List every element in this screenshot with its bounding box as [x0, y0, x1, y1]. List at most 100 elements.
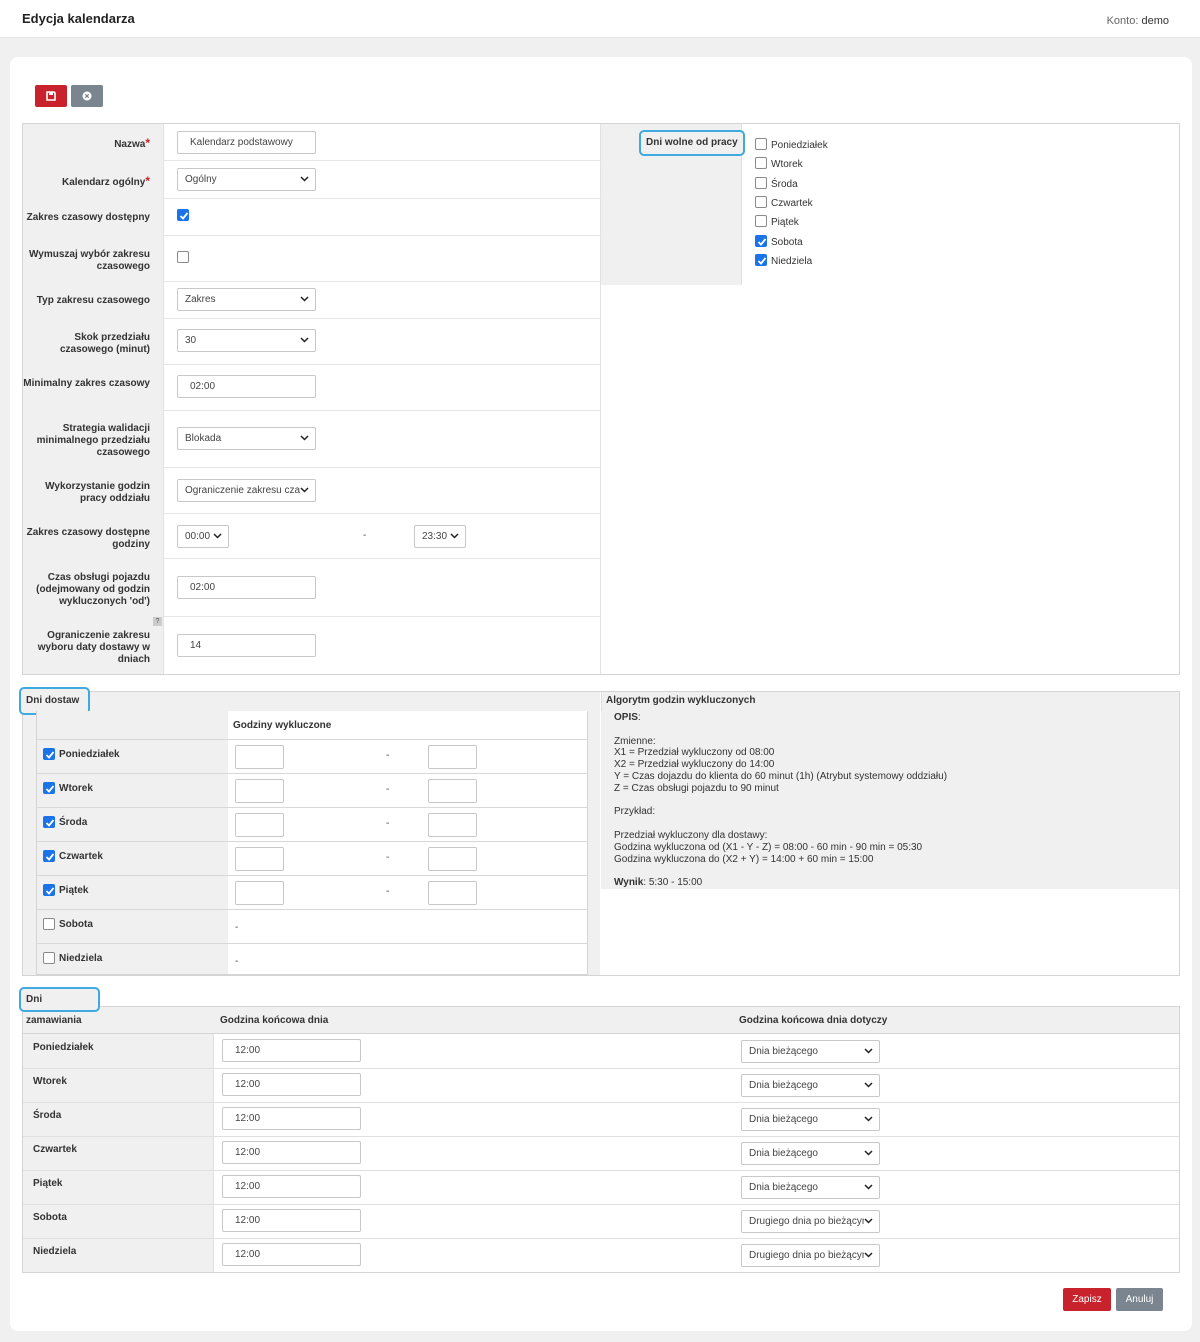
dni-dostaw-checkbox[interactable] — [43, 884, 55, 896]
dotyczy-select[interactable]: Dnia bieżącego — [741, 1040, 880, 1063]
chevron-down-icon — [864, 1109, 874, 1130]
chevron-down-icon — [864, 1075, 874, 1096]
dotyczy-value: Drugiego dnia po bieżącym — [749, 1250, 871, 1261]
dotyczy-value: Dnia bieżącego — [749, 1182, 818, 1193]
dni-zamawiania-day-label: Czwartek — [33, 1144, 77, 1155]
nazwa-input[interactable]: Kalendarz podstawowy — [177, 131, 316, 154]
dni-zamawiania-day-label: Sobota — [33, 1212, 67, 1223]
table-row-divider — [37, 909, 587, 910]
end-time-input[interactable]: 12:00 — [222, 1073, 361, 1096]
required-mark: * — [145, 136, 150, 150]
end-time-input[interactable]: 12:00 — [222, 1175, 361, 1198]
save-toolbar-button[interactable] — [35, 85, 67, 107]
end-time-input[interactable]: 12:00 — [222, 1039, 361, 1062]
dni-dostaw-day-label: Poniedziałek — [59, 749, 120, 760]
excluded-to-input[interactable] — [428, 847, 477, 871]
strategia-select[interactable]: Blokada — [177, 427, 316, 450]
dni-zamawiania-header — [23, 1007, 1179, 1034]
help-icon[interactable]: ? — [153, 617, 162, 626]
dni-dostaw-checkbox[interactable] — [43, 816, 55, 828]
check-icon — [45, 819, 55, 827]
excluded-from-input[interactable] — [235, 745, 284, 769]
excluded-to-input[interactable] — [428, 881, 477, 905]
wymuszaj-label: Wymuszaj wybór zakresu czasowego — [29, 249, 150, 272]
dotyczy-select[interactable]: Dnia bieżącego — [741, 1108, 880, 1131]
chevron-down-icon — [864, 1245, 874, 1266]
wykorzystanie-value: Ograniczenie zakresu czasu — [185, 485, 311, 496]
czas-label: Czas obsługi pojazdu (odejmowany od godz… — [36, 572, 150, 607]
excluded-empty: - — [235, 922, 239, 933]
chevron-down-icon — [450, 526, 460, 547]
dni-zamawiania-col2: Godzina końcowa dnia dotyczy — [739, 1015, 888, 1026]
dni-wolne-checkbox[interactable] — [755, 176, 767, 189]
ogr-input[interactable]: 14 — [177, 634, 316, 657]
typ-value: Zakres — [185, 294, 216, 305]
dni-zamawiania-day-label: Poniedziałek — [33, 1042, 94, 1053]
dotyczy-select[interactable]: Dnia bieżącego — [741, 1176, 880, 1199]
dni-dostaw-checkbox[interactable] — [43, 782, 55, 794]
end-time-input[interactable]: 12:00 — [222, 1141, 361, 1164]
dni-wolne-checkbox[interactable] — [755, 234, 767, 247]
dotyczy-select[interactable]: Dnia bieżącego — [741, 1074, 880, 1097]
strategia-value: Blokada — [185, 433, 222, 444]
algorytm-text: OPIS: Zmienne: X1 = Przedział wykluczony… — [614, 712, 1174, 889]
excluded-to-input[interactable] — [428, 813, 477, 837]
chevron-down-icon — [213, 526, 223, 547]
min-input[interactable]: 02:00 — [177, 375, 316, 398]
kal-ogolny-label: Kalendarz ogólny* — [23, 175, 150, 189]
dni-wolne-day-label: Niedziela — [771, 255, 813, 267]
zakres-dostepny-checkbox[interactable] — [177, 209, 189, 221]
floppy-icon — [46, 91, 56, 101]
excluded-to-input[interactable] — [428, 779, 477, 803]
dni-wolne-checkbox[interactable] — [755, 195, 767, 208]
godziny-separator: - — [363, 530, 367, 541]
dni-dostaw-checkbox[interactable] — [43, 748, 55, 760]
dni-dostaw-checkbox[interactable] — [43, 952, 55, 964]
dni-wolne-checkbox[interactable] — [755, 138, 767, 150]
dni-wolne-checkbox[interactable] — [755, 215, 767, 228]
typ-select[interactable]: Zakres — [177, 288, 316, 311]
dotyczy-select[interactable]: Drugiego dnia po bieżącym — [741, 1244, 880, 1267]
godziny-from-select[interactable]: 00:00 — [177, 525, 229, 548]
godziny-to-select[interactable]: 23:30 — [414, 525, 466, 548]
godziny-from-value: 00:00 — [185, 531, 211, 542]
ogr-label: Ograniczenie zakresu wyboru daty dostawy… — [37, 630, 150, 665]
skok-value: 30 — [185, 335, 197, 346]
end-time-input[interactable]: 12:00 — [222, 1243, 361, 1266]
check-icon — [45, 887, 55, 895]
excluded-separator: - — [386, 818, 390, 829]
dni-zamawiania-col1: Godzina końcowa dnia — [220, 1015, 329, 1026]
end-time-input[interactable]: 12:00 — [222, 1209, 361, 1232]
excluded-to-input[interactable] — [428, 745, 477, 769]
wymuszaj-checkbox[interactable] — [177, 251, 189, 263]
chevron-down-icon — [864, 1177, 874, 1198]
chevron-down-icon — [864, 1041, 874, 1062]
dotyczy-value: Dnia bieżącego — [749, 1148, 818, 1159]
dni-zamawiania-title: Dni zamawiania — [19, 987, 100, 1026]
save-button[interactable]: Zapisz — [1063, 1288, 1111, 1311]
chevron-down-icon — [864, 1211, 874, 1232]
skok-select[interactable]: 30 — [177, 329, 316, 352]
dni-wolne-checkbox[interactable] — [755, 253, 767, 266]
excluded-from-input[interactable] — [235, 847, 284, 871]
excluded-from-input[interactable] — [235, 779, 284, 803]
dni-dostaw-checkbox[interactable] — [43, 850, 55, 862]
excluded-from-input[interactable] — [235, 881, 284, 905]
cancel-toolbar-button[interactable] — [71, 85, 103, 107]
end-time-input[interactable]: 12:00 — [222, 1107, 361, 1130]
dni-wolne-checkbox[interactable] — [755, 157, 767, 170]
dotyczy-select[interactable]: Drugiego dnia po bieżącym — [741, 1210, 880, 1233]
cancel-button[interactable]: Anuluj — [1116, 1288, 1163, 1311]
chevron-down-icon — [300, 289, 310, 310]
required-mark: * — [145, 174, 150, 188]
kal-ogolny-select[interactable]: Ogólny — [177, 168, 316, 191]
czas-input[interactable]: 02:00 — [177, 576, 316, 599]
skok-label: Skok przedziału czasowego (minut) — [59, 332, 150, 355]
row-divider — [164, 513, 601, 514]
dotyczy-select[interactable]: Dnia bieżącego — [741, 1142, 880, 1165]
excluded-from-input[interactable] — [235, 813, 284, 837]
account-info: Konto: demo — [1107, 15, 1169, 27]
wykorzystanie-select[interactable]: Ograniczenie zakresu czasu — [177, 479, 316, 502]
dni-dostaw-checkbox[interactable] — [43, 918, 55, 930]
